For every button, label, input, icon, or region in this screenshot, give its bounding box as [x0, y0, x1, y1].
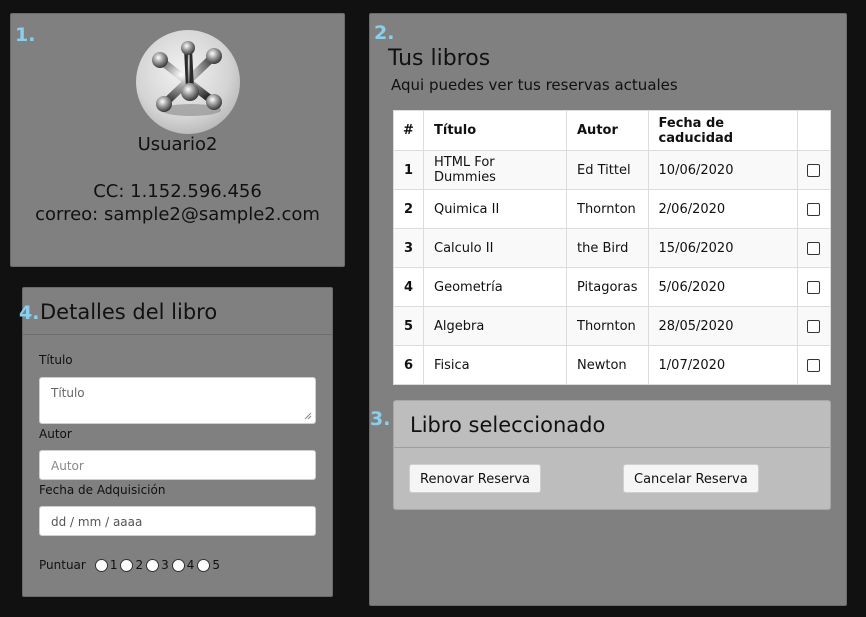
cancel-reservation-button[interactable]: Cancelar Reserva — [623, 464, 759, 493]
row-checkbox[interactable] — [807, 241, 821, 255]
rating-option-3: 3 — [161, 558, 169, 572]
details-panel: 4. Detalles del libro Título Título Auto… — [19, 287, 333, 597]
row-title: Geometría — [423, 267, 567, 307]
row-checkbox[interactable] — [807, 280, 821, 294]
divider — [394, 447, 830, 448]
title-placeholder: Título — [51, 386, 85, 400]
row-author: the Bird — [566, 228, 649, 268]
row-title: Calculo II — [423, 228, 567, 268]
books-subtitle: Aqui puedes ver tus reservas actuales — [391, 76, 678, 94]
row-date: 28/05/2020 — [647, 306, 798, 346]
col-header-select — [796, 110, 832, 151]
details-title: Detalles del libro — [40, 300, 218, 324]
section-number-1: 1. — [15, 24, 36, 46]
title-textarea[interactable]: Título — [39, 377, 316, 424]
row-author: Thornton — [566, 306, 649, 346]
row-author: Newton — [566, 345, 649, 385]
table-row[interactable]: 1 HTML For Dummies Ed Tittel 10/06/2020 — [393, 150, 832, 190]
books-title: Tus libros — [388, 46, 491, 71]
table-row[interactable]: 6 Fisica Newton 1/07/2020 — [393, 345, 832, 385]
date-label: Fecha de Adquisición — [39, 483, 166, 497]
row-date: 10/06/2020 — [647, 150, 798, 190]
jacks-icon — [152, 41, 222, 116]
table-row[interactable]: 2 Quimica II Thornton 2/06/2020 — [393, 189, 832, 229]
author-input[interactable]: Autor — [39, 450, 316, 480]
row-num: 2 — [393, 189, 424, 229]
books-panel: 2. Tus libros Aqui puedes ver tus reserv… — [369, 13, 847, 606]
title-label: Título — [39, 353, 73, 367]
renew-reservation-button[interactable]: Renovar Reserva — [409, 464, 541, 493]
rating-radio-2[interactable] — [120, 558, 134, 572]
row-author: Ed Tittel — [566, 150, 649, 190]
section-number-4: 4. — [19, 302, 40, 324]
row-num: 1 — [393, 150, 424, 190]
rating-option-1: 1 — [109, 558, 118, 572]
row-date: 2/06/2020 — [647, 189, 798, 229]
table-row[interactable]: 3 Calculo II the Bird 15/06/2020 — [393, 228, 832, 268]
row-checkbox[interactable] — [807, 358, 821, 372]
rating-radio-5[interactable] — [197, 558, 211, 572]
profile-panel: 1. Usuario2 CC: 1.152.596.456 correo: sa… — [10, 13, 345, 267]
row-num: 6 — [393, 345, 424, 385]
row-num: 3 — [393, 228, 424, 268]
row-author: Thornton — [566, 189, 649, 229]
section-number-2: 2. — [374, 22, 395, 44]
row-num: 5 — [393, 306, 424, 346]
row-author: Pitagoras — [566, 267, 649, 307]
rating-option-2: 2 — [135, 558, 144, 572]
books-table: # Título Autor Fecha de caducidad 1 HTML… — [393, 110, 832, 385]
col-header-author: Autor — [566, 110, 649, 151]
selected-book-card: Libro seleccionado Renovar Reserva Cance… — [393, 400, 831, 510]
date-placeholder: dd / mm / aaaa — [51, 515, 143, 529]
col-header-date: Fecha de caducidad — [647, 110, 798, 151]
table-header-row: # Título Autor Fecha de caducidad — [393, 110, 832, 151]
row-title: Algebra — [423, 306, 567, 346]
col-header-title: Título — [423, 110, 567, 151]
table-row[interactable]: 4 Geometría Pitagoras 5/06/2020 — [393, 267, 832, 307]
row-title: Fisica — [423, 345, 567, 385]
rating-radio-4[interactable] — [171, 558, 185, 572]
section-number-3: 3. — [370, 408, 391, 430]
row-date: 5/06/2020 — [647, 267, 798, 307]
rating-option-4: 4 — [186, 558, 195, 572]
rating-radio-3[interactable] — [146, 558, 160, 572]
email: correo: sample2@sample2.com — [35, 204, 320, 225]
author-placeholder: Autor — [51, 459, 84, 473]
resize-handle-icon[interactable] — [304, 412, 312, 420]
col-header-num: # — [393, 110, 424, 151]
row-date: 15/06/2020 — [647, 228, 798, 268]
rating-option-5: 5 — [212, 558, 221, 572]
row-checkbox[interactable] — [807, 319, 821, 333]
author-label: Autor — [39, 427, 72, 441]
row-checkbox[interactable] — [807, 202, 821, 216]
rating-row: Puntuar 1 2 3 4 5 — [39, 558, 220, 572]
divider — [23, 334, 332, 335]
date-input[interactable]: dd / mm / aaaa — [39, 506, 316, 536]
table-row[interactable]: 5 Algebra Thornton 28/05/2020 — [393, 306, 832, 346]
row-num: 4 — [393, 267, 424, 307]
selected-book-title: Libro seleccionado — [410, 413, 606, 437]
avatar — [136, 30, 240, 134]
row-date: 1/07/2020 — [647, 345, 798, 385]
row-checkbox[interactable] — [807, 163, 821, 177]
rating-label: Puntuar — [39, 558, 86, 572]
username: Usuario2 — [137, 134, 218, 155]
row-title: HTML For Dummies — [423, 150, 567, 190]
row-title: Quimica II — [423, 189, 567, 229]
rating-radio-1[interactable] — [94, 558, 108, 572]
cc-number: CC: 1.152.596.456 — [93, 181, 262, 202]
